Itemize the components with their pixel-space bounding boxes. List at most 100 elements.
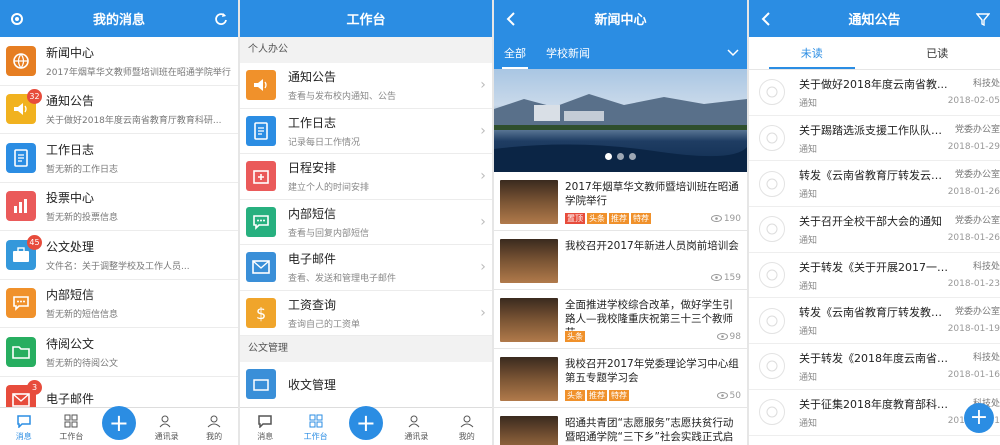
notice-type: 通知 [799, 144, 818, 155]
notice-item[interactable]: 关于征集2018年度教育部科学...科技处通知2018-01-11 [749, 390, 1000, 436]
back-arrow-icon[interactable] [494, 0, 528, 37]
speaker-icon: 32 [6, 89, 42, 125]
workbench-item[interactable]: 通知公告 查看与发布校内通知、公告 › [240, 63, 492, 109]
notice-date: 2018-01-26 [947, 232, 1000, 243]
list-item[interactable]: 32 通知公告 关于做好2018年度云南省教育厅教育科研... [0, 86, 238, 134]
workbench-item[interactable]: 日程安排 建立个人的时间安排 › [240, 154, 492, 200]
tab-workbench[interactable]: 工作台 [48, 413, 96, 445]
folder-icon [6, 336, 36, 367]
carousel-dot[interactable] [605, 153, 612, 160]
list-item[interactable]: 待阅公文 暂无新的待阅公文 [0, 328, 238, 377]
carousel-dot[interactable] [629, 153, 636, 160]
chevron-down-icon[interactable] [727, 37, 739, 69]
tab-workbench[interactable]: 工作台 [290, 413, 340, 445]
news-title: 全面推进学校综合改革，做好学生引路人—我校隆重庆祝第三十三个教师节 [565, 299, 733, 339]
news-item[interactable]: 2017年烟草华文教师暨培训班在昭通学院举行 置顶 头条 推荐 特荐 190 [494, 172, 747, 231]
workbench-item-receive-docs[interactable]: 收文管理 [240, 362, 492, 408]
tab-contacts[interactable]: 通讯录 [391, 413, 441, 445]
item-title: 公文处理 [46, 239, 95, 254]
mail-icon [246, 252, 276, 283]
svg-text:$: $ [256, 304, 266, 322]
carousel-dots [494, 153, 747, 160]
tab-me[interactable]: 我的 [190, 413, 238, 445]
news-tag: 头条 [565, 331, 585, 342]
add-notice-button[interactable]: + [964, 403, 994, 433]
carousel-dot[interactable] [617, 153, 624, 160]
news-item[interactable]: 我校召开2017年新进人员岗前培训会 159 [494, 231, 747, 290]
tab-contacts[interactable]: 通讯录 [143, 413, 191, 445]
view-count-value: 159 [723, 273, 741, 283]
news-tag: 头条 [587, 213, 607, 224]
view-count-value: 50 [729, 391, 741, 401]
notice-avatar-icon [759, 79, 785, 106]
plus-icon[interactable]: + [101, 406, 136, 440]
grid-icon [64, 413, 78, 429]
notice-date: 2018-01-19 [947, 324, 1000, 335]
news-item[interactable]: 全面推进学校综合改革，做好学生引路人—我校隆重庆祝第三十三个教师节头条 98 [494, 290, 747, 349]
list-item[interactable]: 工作日志 暂无新的工作日志 [0, 134, 238, 183]
notice-type: 通知 [799, 281, 818, 292]
notice-department: 科技处 [972, 78, 1000, 89]
item-subtitle: 查询自己的工资单 [288, 319, 361, 330]
bottom-tabbar: 消息 工作台 + 通讯录 我的 [240, 406, 492, 445]
notice-item[interactable]: 关于踢踏选派支援工作队队伍... 党委办公室 通知 2018-01-29 [749, 116, 1000, 162]
settings-icon[interactable] [0, 0, 34, 37]
notice-item[interactable]: 转发《云南省教育厅转发云南... 党委办公室 通知 2018-01-26 [749, 161, 1000, 208]
eye-icon [710, 273, 724, 283]
tab-unread[interactable]: 未读 [749, 37, 875, 69]
list-item[interactable]: 新闻中心 2017年烟草华文教师暨培训班在昭通学院举行 [0, 37, 238, 86]
workbench-item[interactable]: 电子邮件 查看、发送和管理电子邮件 › [240, 245, 492, 291]
notice-avatar-icon [759, 307, 785, 334]
tab-read[interactable]: 已读 [875, 37, 1000, 69]
news-tags: 置顶 头条 推荐 特荐 [565, 213, 651, 224]
notice-item[interactable]: 关于做好2018年度云南省教... 科技处 通知 2018-02-05 [749, 70, 1000, 116]
item-title: 日程安排 [288, 161, 337, 176]
item-title: 内部短信 [46, 288, 95, 303]
tab-add[interactable]: + [95, 406, 143, 445]
notice-item[interactable]: 关于转发《关于开展2017一20... 科技处 通知 2018-01-23 [749, 253, 1000, 299]
news-item[interactable]: 我校召开2017年党委理论学习中心组第五专题学习会 头条 推荐 特荐 50 [494, 349, 747, 408]
speaker-icon [246, 70, 276, 101]
section-document-management: 公文管理 [240, 336, 492, 362]
chevron-right-icon: › [480, 304, 486, 321]
contacts-icon [159, 413, 175, 429]
workbench-item[interactable]: 工作日志 记录每日工作情况 › [240, 108, 492, 154]
news-banner-image[interactable] [494, 69, 747, 172]
notice-department: 党委办公室 [954, 170, 1000, 181]
item-subtitle: 暂无新的短信信息 [46, 310, 119, 321]
workbench-item[interactable]: $ 工资查询 查询自己的工资单 › [240, 290, 492, 336]
view-count-value: 190 [723, 214, 741, 224]
item-subtitle: 查看与发布校内通知、公告 [288, 92, 397, 103]
user-icon [460, 413, 474, 429]
tab-messages[interactable]: 消息 [0, 413, 48, 445]
back-arrow-icon[interactable] [749, 0, 783, 37]
list-item[interactable]: 内部短信暂无新的短信信息 [0, 280, 238, 328]
tab-all[interactable]: 全部 [494, 37, 536, 69]
tab-school-news[interactable]: 学校新闻 [536, 37, 600, 69]
filter-icon[interactable] [966, 0, 1000, 37]
tab-me[interactable]: 我的 [442, 413, 492, 445]
view-count: 98 [716, 332, 741, 342]
refresh-icon[interactable] [204, 0, 238, 37]
tab-add[interactable]: + [341, 406, 391, 445]
notice-item[interactable]: 转发《云南省教育厅转发教育... 党委办公室 通知 2018-01-19 [749, 298, 1000, 345]
notice-date: 2018-02-05 [947, 95, 1000, 106]
news-tag: 推荐 [587, 390, 607, 401]
item-title: 待阅公文 [46, 336, 95, 351]
list-item[interactable]: 45 公文处理 文件名：关于调整学校及工作人员... [0, 231, 238, 280]
news-tag: 置顶 [565, 213, 585, 224]
plus-icon[interactable]: + [348, 406, 383, 440]
workbench-item[interactable]: 内部短信 查看与回复内部短信 › [240, 199, 492, 245]
notice-item[interactable]: 关于召开全校干部大会的通知 党委办公室 通知 2018-01-26 [749, 207, 1000, 253]
notice-avatar-icon [759, 353, 785, 380]
tab-messages[interactable]: 消息 [240, 413, 290, 445]
list-item[interactable]: 投票中心 暂无新的投票信息 [0, 183, 238, 231]
notice-avatar-icon [759, 125, 785, 152]
notice-item[interactable]: 关于转发《2018年度云南省哲... 科技处 通知 2018-01-16 [749, 344, 1000, 390]
page-title: 工作台 [346, 13, 386, 28]
messages-screen: 我的 消息 新闻中心 2017年烟草华文教师暨培训班在昭通学院举行 32 通知公告 关于做… [0, 0, 238, 445]
news-item[interactable]: 昭通共青团“志愿服务”志愿扶贫行动暨昭通学院“三下乡”社会实践正式启动 [494, 408, 747, 445]
user-icon [207, 413, 221, 429]
notice-type: 通知 [799, 98, 818, 109]
notice-avatar-icon [759, 262, 785, 289]
